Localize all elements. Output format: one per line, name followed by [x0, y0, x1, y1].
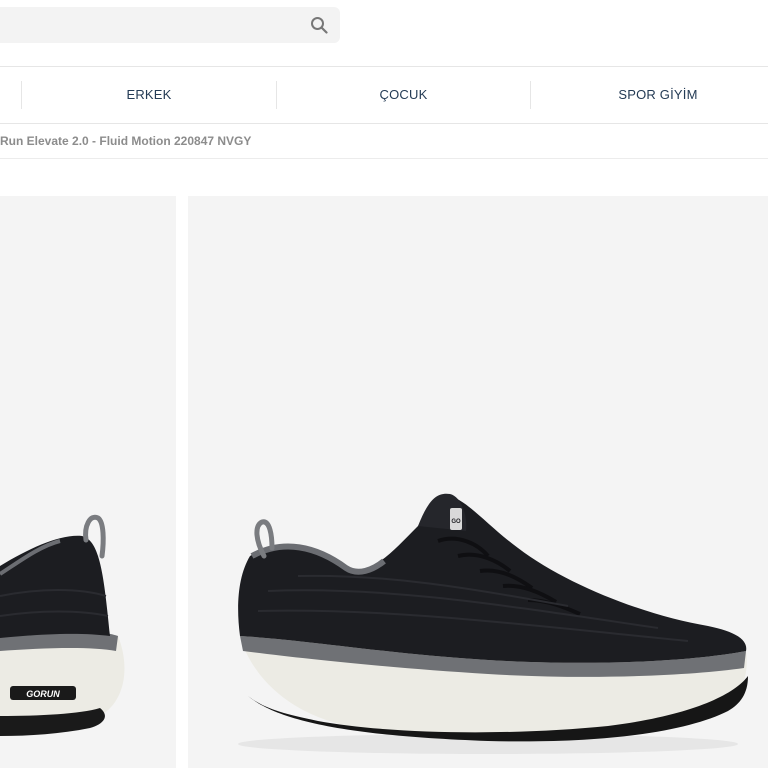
search-bar[interactable]: [0, 7, 340, 45]
nav-item-cocuk[interactable]: ÇOCUK: [277, 67, 530, 123]
tongue-logo: GO: [451, 519, 461, 525]
search-icon[interactable]: [310, 16, 328, 34]
nav-item-erkek[interactable]: ERKEK: [22, 67, 276, 123]
nav-item-spor-giyim[interactable]: SPOR GİYİM: [531, 67, 768, 123]
search-input[interactable]: [10, 7, 284, 45]
main-nav: ERKEK ÇOCUK SPOR GİYİM: [0, 66, 768, 124]
breadcrumb: Run Elevate 2.0 - Fluid Motion 220847 NV…: [0, 124, 768, 159]
product-image-side[interactable]: GO: [188, 196, 768, 768]
breadcrumb-current: Run Elevate 2.0 - Fluid Motion 220847 NV…: [0, 134, 252, 148]
product-image-rear[interactable]: GORUN: [0, 196, 176, 768]
shoe-logo: GORUN: [26, 689, 60, 699]
